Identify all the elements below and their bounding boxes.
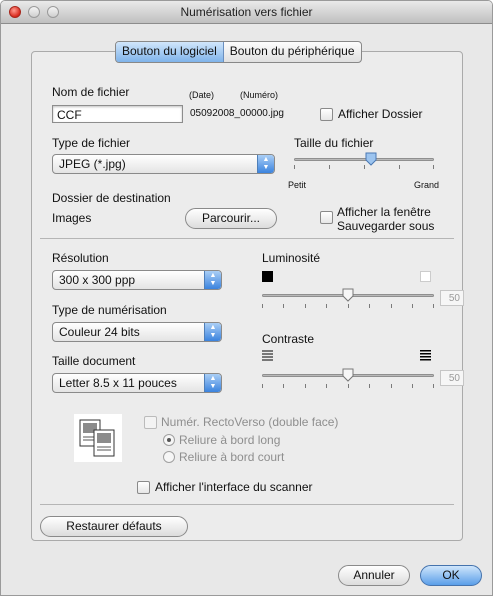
show-save-as-checkbox[interactable] xyxy=(320,211,333,224)
file-name-label: Nom de fichier xyxy=(52,85,130,99)
scan-type-value: Couleur 24 bits xyxy=(59,325,140,339)
settings-panel: Nom de fichier (Date) (Numéro) CCF 05092… xyxy=(31,51,464,541)
file-type-label: Type de fichier xyxy=(52,136,131,150)
show-save-as-line1: Afficher la fenêtre xyxy=(337,205,431,219)
brightness-value-field[interactable]: 50 xyxy=(440,290,464,306)
contrast-ticks xyxy=(262,384,434,389)
scan-to-file-dialog: Numérisation vers fichier Bouton du logi… xyxy=(0,0,493,596)
document-size-label: Taille document xyxy=(52,354,136,368)
high-contrast-icon xyxy=(420,350,431,361)
resolution-popup[interactable]: 300 x 300 ppp ▲ ▼ xyxy=(52,270,222,290)
window-title: Numérisation vers fichier xyxy=(180,5,313,19)
browse-button[interactable]: Parcourir... xyxy=(185,208,277,229)
show-folder-label: Afficher Dossier xyxy=(338,107,423,121)
tab-device-button[interactable]: Bouton du périphérique xyxy=(224,42,361,62)
file-size-max-label: Grand xyxy=(414,180,440,190)
file-size-min-label: Petit xyxy=(288,180,307,190)
low-contrast-icon xyxy=(262,350,273,361)
show-scanner-ui-checkbox[interactable] xyxy=(137,481,150,494)
duplex-pages-icon xyxy=(74,414,122,462)
tab-bar: Bouton du logiciel Bouton du périphériqu… xyxy=(115,41,362,63)
brightness-ticks xyxy=(262,304,434,309)
file-type-value: JPEG (*.jpg) xyxy=(59,157,126,171)
separator xyxy=(40,504,454,505)
document-size-popup[interactable]: Letter 8.5 x 11 pouces ▲ ▼ xyxy=(52,373,222,393)
duplex-label: Numér. RectoVerso (double face) xyxy=(161,415,339,429)
long-edge-label: Reliure à bord long xyxy=(179,433,281,447)
brightness-slider-thumb[interactable] xyxy=(342,288,354,302)
chevron-updown-icon: ▲ ▼ xyxy=(204,271,221,289)
dark-square-icon xyxy=(262,271,273,282)
file-name-field[interactable]: CCF xyxy=(52,105,183,123)
show-save-as-label: Afficher la fenêtre Sauvegarder sous xyxy=(337,205,434,233)
contrast-slider-thumb[interactable] xyxy=(342,368,354,382)
short-edge-radio[interactable] xyxy=(163,451,175,463)
contrast-label: Contraste xyxy=(262,332,315,346)
ok-button[interactable]: OK xyxy=(420,565,482,586)
short-edge-label: Reliure à bord court xyxy=(179,450,285,464)
resolution-value: 300 x 300 ppp xyxy=(59,273,136,287)
long-edge-radio[interactable] xyxy=(163,434,175,446)
file-type-popup[interactable]: JPEG (*.jpg) ▲ ▼ xyxy=(52,154,275,174)
restore-defaults-button[interactable]: Restaurer défauts xyxy=(40,516,188,537)
cancel-button[interactable]: Annuler xyxy=(338,565,410,586)
number-token-label: (Numéro) xyxy=(240,90,279,100)
light-square-icon xyxy=(420,271,431,282)
scan-type-popup[interactable]: Couleur 24 bits ▲ ▼ xyxy=(52,322,222,342)
resolution-label: Résolution xyxy=(52,251,109,265)
file-size-slider-thumb[interactable] xyxy=(365,152,377,166)
document-size-value: Letter 8.5 x 11 pouces xyxy=(59,376,177,390)
date-token-label: (Date) xyxy=(189,90,215,100)
file-size-label: Taille du fichier xyxy=(294,136,374,150)
destination-value: Images xyxy=(52,211,92,225)
brightness-label: Luminosité xyxy=(262,251,321,265)
title-bar[interactable]: Numérisation vers fichier xyxy=(1,1,492,24)
chevron-updown-icon: ▲ ▼ xyxy=(257,155,274,173)
show-scanner-ui-label: Afficher l'interface du scanner xyxy=(155,480,313,494)
file-size-ticks xyxy=(294,165,434,170)
sample-file-name: 05092008_00000.jpg xyxy=(190,108,284,119)
tab-software-button[interactable]: Bouton du logiciel xyxy=(116,42,224,62)
show-save-as-line2: Sauvegarder sous xyxy=(337,219,435,233)
scan-type-label: Type de numérisation xyxy=(52,303,167,317)
duplex-checkbox[interactable] xyxy=(144,416,157,429)
destination-label: Dossier de destination xyxy=(52,191,171,205)
file-size-slider-track[interactable] xyxy=(294,158,434,161)
show-folder-checkbox[interactable] xyxy=(320,108,333,121)
separator xyxy=(40,238,454,239)
chevron-updown-icon: ▲ ▼ xyxy=(204,323,221,341)
contrast-value-field[interactable]: 50 xyxy=(440,370,464,386)
chevron-updown-icon: ▲ ▼ xyxy=(204,374,221,392)
